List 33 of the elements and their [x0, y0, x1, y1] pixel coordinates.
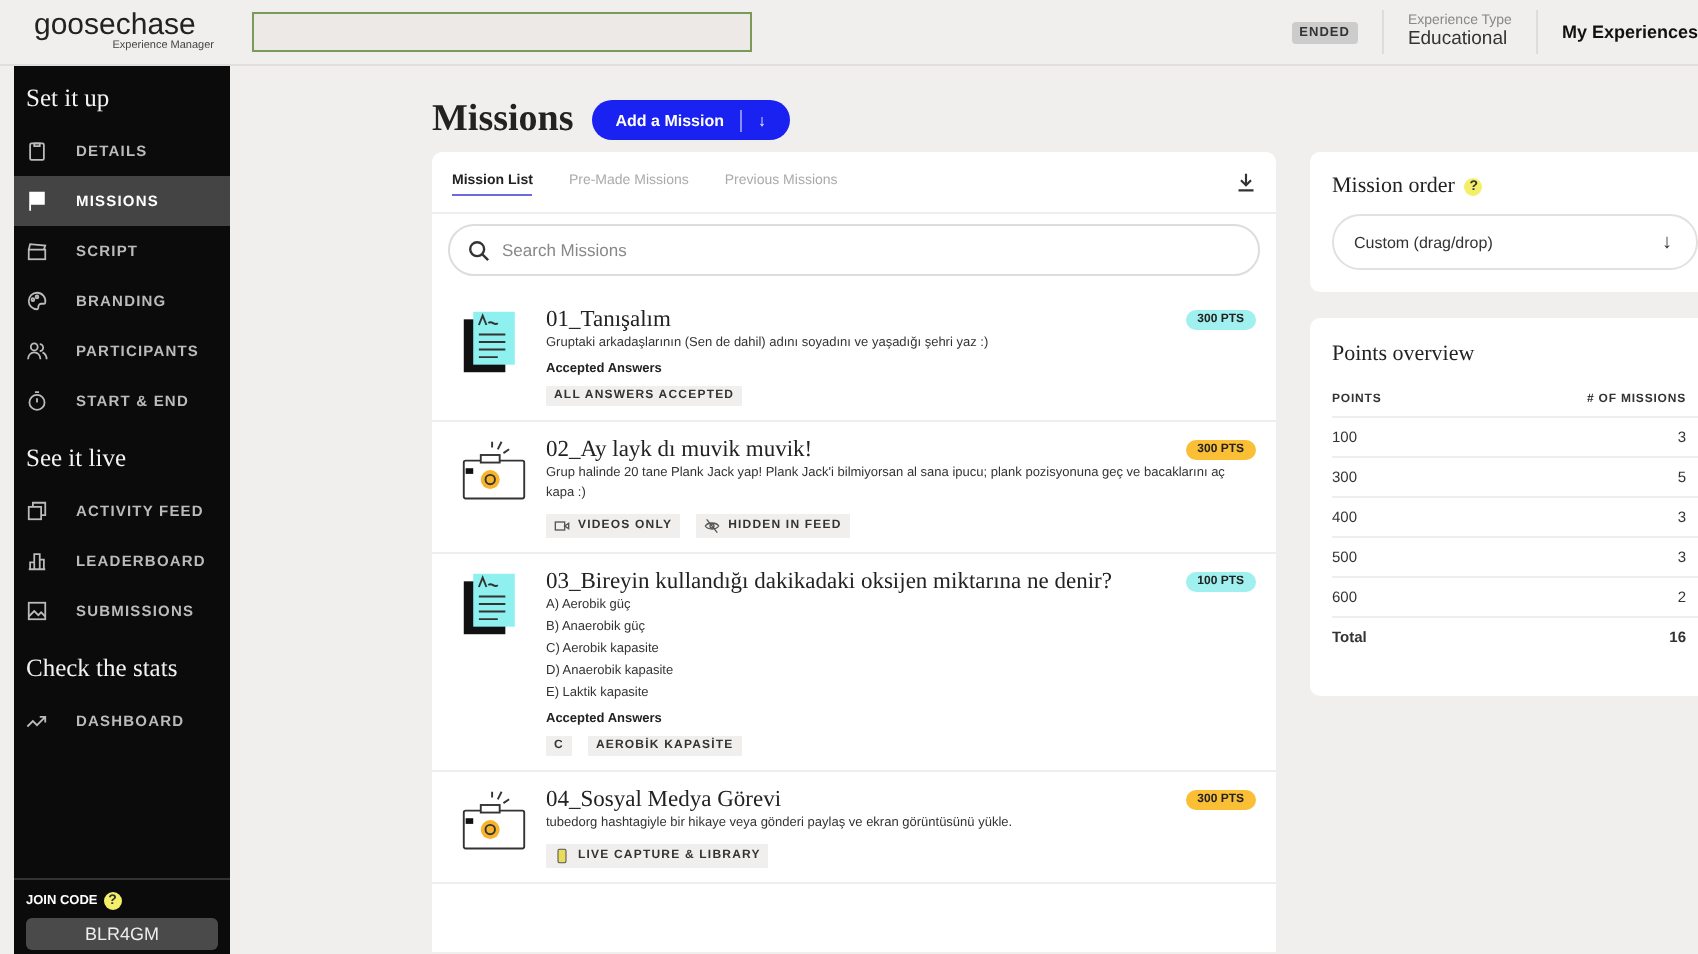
phone-icon [554, 848, 570, 864]
eye-off-icon [704, 518, 721, 534]
clipboard-icon [26, 140, 48, 162]
image-icon [26, 600, 48, 622]
mission-title[interactable]: 02_Ay layk dı muvik muvik! [546, 438, 813, 462]
mission-title[interactable]: 01_Tanışalım [546, 308, 671, 332]
clapperboard-icon [26, 240, 48, 262]
search-icon [468, 239, 490, 261]
sidebar-section-title: See it live [24, 442, 128, 476]
experience-type-value: Educational [1407, 28, 1510, 50]
logo: goosechase [34, 12, 196, 40]
my-experiences-link[interactable]: My Experiences [1561, 22, 1698, 42]
mission-order-dropdown[interactable]: Custom (drag/drop) ↓ [1332, 214, 1698, 270]
add-mission-button[interactable]: Add a Mission ↓ [591, 100, 790, 140]
video-camera-icon [554, 518, 570, 534]
mission-title[interactable]: 03_Bireyin kullandığı dakikadaki oksijen miktarına ne denir? [546, 570, 1112, 594]
trend-line-icon [26, 710, 48, 732]
flag-icon [26, 190, 48, 212]
people-icon [26, 340, 48, 362]
stopwatch-icon [26, 390, 48, 412]
panel-title: Mission order [1332, 174, 1455, 198]
download-icon[interactable] [1236, 172, 1256, 192]
name-field[interactable] [252, 12, 752, 52]
search-field[interactable]: Search Missions [448, 224, 1260, 276]
palette-icon [26, 290, 48, 312]
bar-chart-icon [26, 550, 48, 572]
sidebar-section-title: Check the stats [24, 652, 180, 686]
sidebar-section-title: Set it up [24, 82, 112, 116]
panel-title: Points overview [1332, 342, 1477, 366]
mission-title[interactable]: 04_Sosyal Medya Görevi [546, 788, 782, 812]
copy-icon [26, 500, 48, 522]
join-code: BLR4GM [26, 918, 218, 950]
page-title: Missions [432, 98, 574, 142]
